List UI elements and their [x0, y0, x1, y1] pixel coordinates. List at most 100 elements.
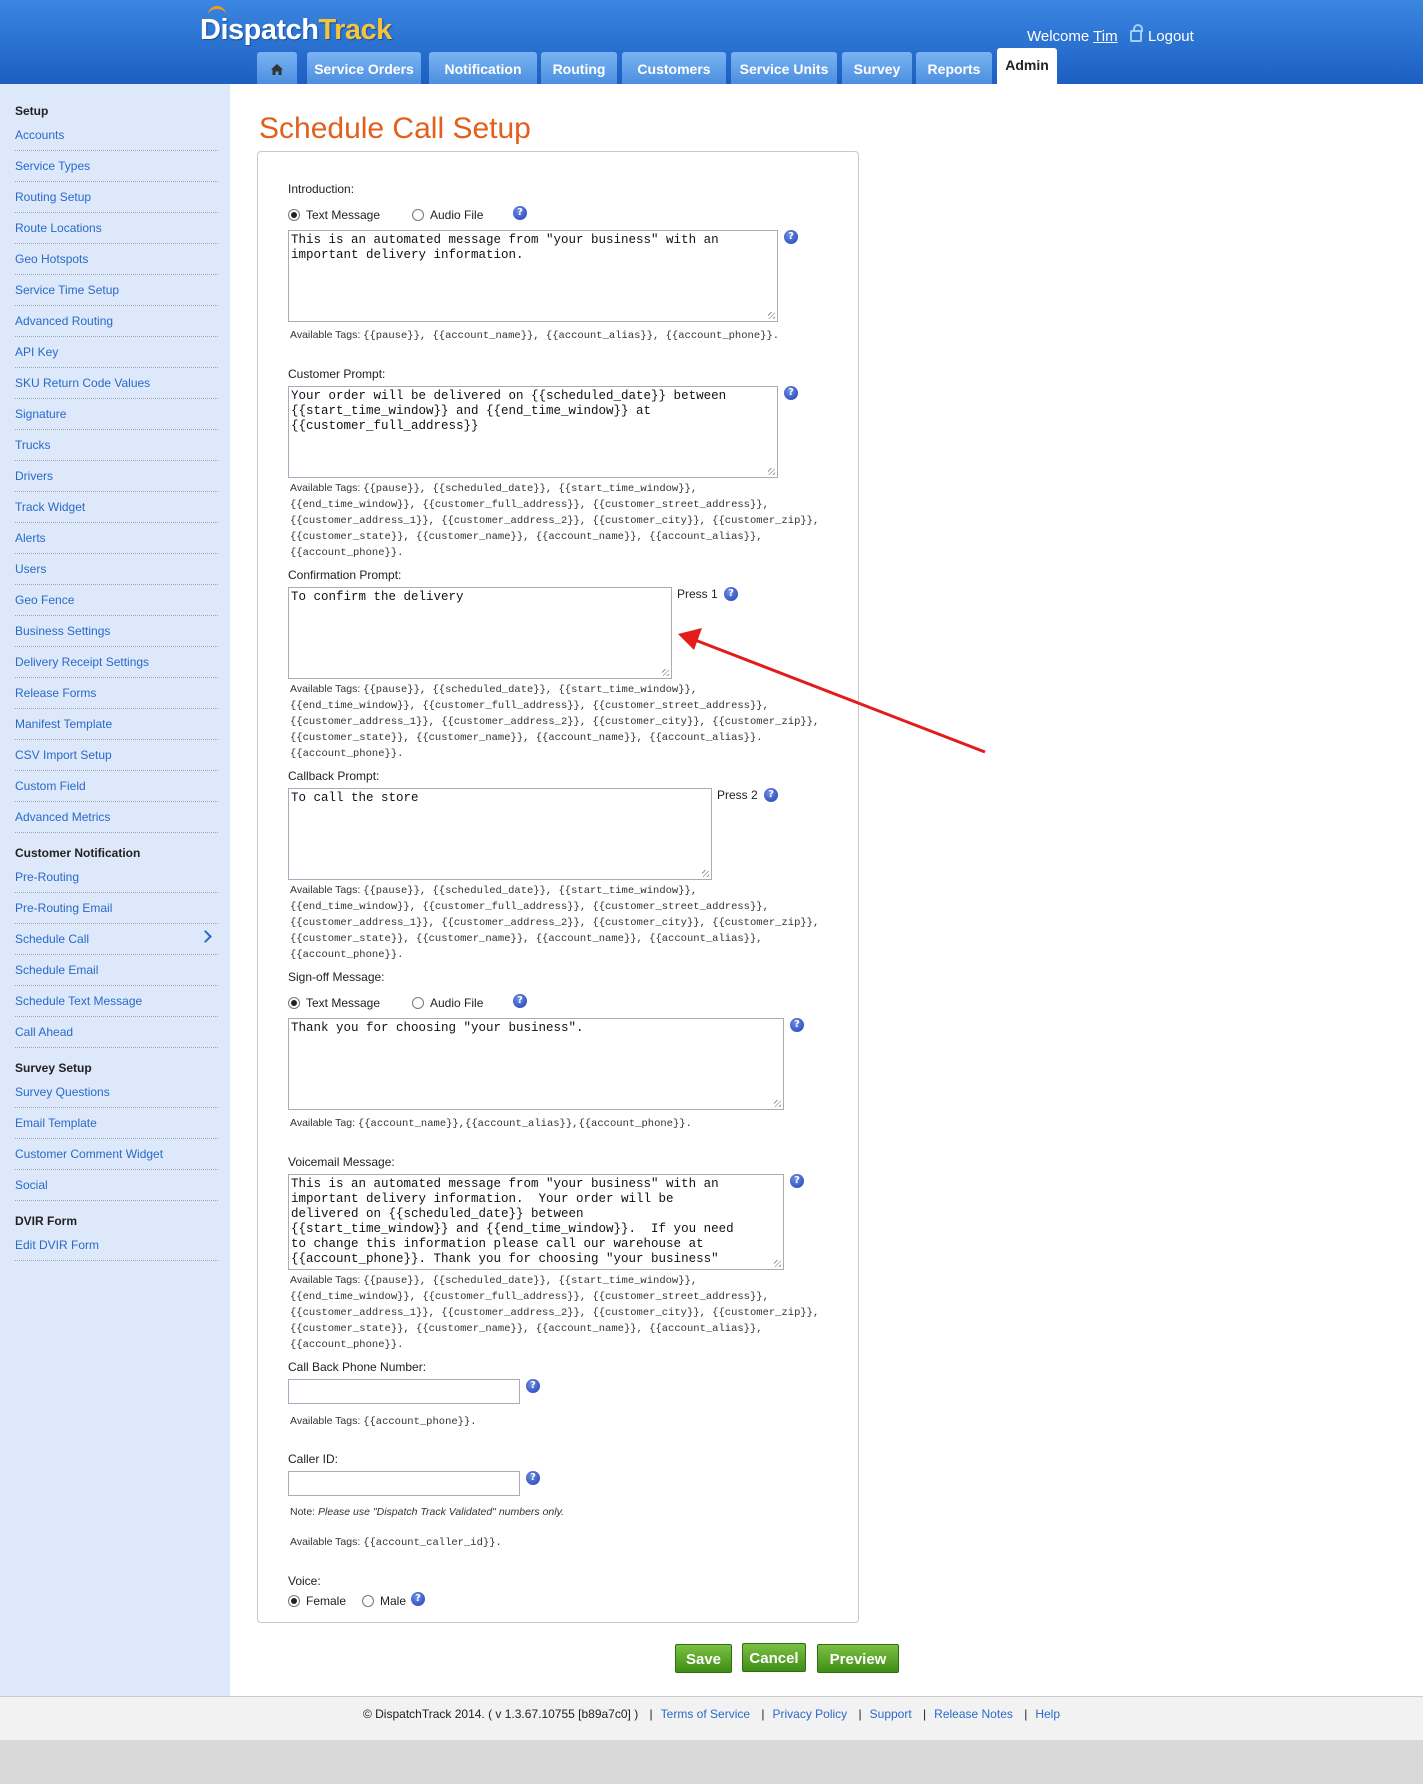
intro-audio-radio[interactable]: Audio File — [412, 208, 483, 222]
chevron-right-icon — [199, 930, 212, 943]
footer-link-privacy[interactable]: Privacy Policy — [773, 1707, 848, 1721]
voicemail-textarea[interactable]: This is an automated message from "your … — [288, 1174, 784, 1270]
sidebar-item-trucks[interactable]: Trucks — [0, 430, 230, 461]
sidebar-item-survey-questions[interactable]: Survey Questions — [0, 1077, 230, 1108]
voice-female-radio[interactable]: Female — [288, 1594, 346, 1608]
sidebar-item-release-forms[interactable]: Release Forms — [0, 678, 230, 709]
customer-prompt-textarea[interactable]: Your order will be delivered on {{schedu… — [288, 386, 778, 478]
sidebar-item-advanced-metrics[interactable]: Advanced Metrics — [0, 802, 230, 833]
sidebar-item-users[interactable]: Users — [0, 554, 230, 585]
sidebar-item-geo-hotspots[interactable]: Geo Hotspots — [0, 244, 230, 275]
sidebar-item-manifest-template[interactable]: Manifest Template — [0, 709, 230, 740]
signoff-textarea[interactable]: Thank you for choosing "your business". — [288, 1018, 784, 1110]
header-bar: DispatchTrack Welcome Tim Logout Service… — [0, 0, 1423, 84]
callback-phone-tags: Available Tags: {{account_phone}}. — [290, 1415, 477, 1428]
help-icon[interactable]: ? — [764, 788, 778, 802]
sidebar-item-edit-dvir-form[interactable]: Edit DVIR Form — [0, 1230, 230, 1261]
tab-survey[interactable]: Survey — [842, 52, 912, 84]
copyright-text: © DispatchTrack 2014. ( v 1.3.67.10755 [… — [362, 1707, 639, 1721]
sidebar-item-csv-import-setup[interactable]: CSV Import Setup — [0, 740, 230, 771]
tab-home[interactable] — [257, 52, 297, 84]
voice-male-radio[interactable]: Male — [362, 1594, 406, 1608]
sidebar-item-geo-fence[interactable]: Geo Fence — [0, 585, 230, 616]
sidebar-item-service-types[interactable]: Service Types — [0, 151, 230, 182]
voicemail-tags: Available Tags: {{pause}}, {{scheduled_d… — [290, 1274, 820, 1351]
sidebar-group-setup: Setup — [15, 104, 49, 118]
radio-unselected-icon — [412, 209, 424, 221]
sidebar-item-accounts[interactable]: Accounts — [0, 120, 230, 151]
sidebar-item-business-settings[interactable]: Business Settings — [0, 616, 230, 647]
help-icon[interactable]: ? — [784, 230, 798, 244]
sidebar-item-signature[interactable]: Signature — [0, 399, 230, 430]
sidebar-item-advanced-routing[interactable]: Advanced Routing — [0, 306, 230, 337]
footer: © DispatchTrack 2014. ( v 1.3.67.10755 [… — [0, 1696, 1423, 1740]
save-button[interactable]: Save — [675, 1644, 732, 1673]
footer-link-terms[interactable]: Terms of Service — [661, 1707, 750, 1721]
radio-unselected-icon — [362, 1595, 374, 1607]
intro-text-radio[interactable]: Text Message — [288, 208, 380, 222]
help-icon[interactable]: ? — [526, 1471, 540, 1485]
footer-link-support[interactable]: Support — [870, 1707, 912, 1721]
sidebar-item-schedule-email[interactable]: Schedule Email — [0, 955, 230, 986]
sidebar-item-api-key[interactable]: API Key — [0, 337, 230, 368]
tab-reports[interactable]: Reports — [916, 52, 992, 84]
page-title: Schedule Call Setup — [259, 112, 531, 145]
help-icon[interactable]: ? — [513, 994, 527, 1008]
tab-service-orders[interactable]: Service Orders — [307, 52, 421, 84]
help-icon[interactable]: ? — [724, 587, 738, 601]
help-icon[interactable]: ? — [790, 1018, 804, 1032]
preview-button[interactable]: Preview — [817, 1644, 899, 1673]
footer-link-help[interactable]: Help — [1035, 1707, 1060, 1721]
dispatchtrack-logo[interactable]: DispatchTrack — [200, 6, 392, 47]
callback-phone-label: Call Back Phone Number: — [288, 1360, 427, 1374]
sidebar-item-email-template[interactable]: Email Template — [0, 1108, 230, 1139]
sidebar-item-routing-setup[interactable]: Routing Setup — [0, 182, 230, 213]
press-2-label: Press 2 — [717, 788, 758, 802]
signoff-text-radio[interactable]: Text Message — [288, 996, 380, 1010]
sidebar-item-drivers[interactable]: Drivers — [0, 461, 230, 492]
sidebar-item-social[interactable]: Social — [0, 1170, 230, 1201]
help-icon[interactable]: ? — [526, 1379, 540, 1393]
sidebar-group-dvir: DVIR Form — [15, 1214, 78, 1228]
sidebar-survey-list: Survey Questions Email Template Customer C… — [0, 1077, 230, 1201]
logo-text-track: Track — [318, 14, 392, 46]
sidebar-notification-list: Pre-Routing Pre-Routing Email Schedule Cal… — [0, 862, 230, 1048]
main-content: Schedule Call Setup Introduction: Text M… — [230, 84, 1423, 1696]
introduction-textarea[interactable]: This is an automated message from "your … — [288, 230, 778, 322]
help-icon[interactable]: ? — [513, 206, 527, 220]
sidebar-item-schedule-call[interactable]: Schedule Call — [0, 924, 230, 955]
logout-link[interactable]: Logout — [1148, 28, 1194, 45]
confirmation-prompt-textarea[interactable]: To confirm the delivery — [288, 587, 672, 679]
sidebar-item-call-ahead[interactable]: Call Ahead — [0, 1017, 230, 1048]
sidebar-item-pre-routing[interactable]: Pre-Routing — [0, 862, 230, 893]
signal-icon — [208, 6, 226, 18]
sidebar-item-sku-return-code-values[interactable]: SKU Return Code Values — [0, 368, 230, 399]
footer-link-release-notes[interactable]: Release Notes — [934, 1707, 1013, 1721]
user-link[interactable]: Tim — [1093, 28, 1117, 45]
tab-routing[interactable]: Routing — [541, 52, 617, 84]
sidebar-item-service-time-setup[interactable]: Service Time Setup — [0, 275, 230, 306]
schedule-call-form: Introduction: Text Message Audio File ? … — [257, 151, 859, 1623]
help-icon[interactable]: ? — [790, 1174, 804, 1188]
sidebar-item-route-locations[interactable]: Route Locations — [0, 213, 230, 244]
help-icon[interactable]: ? — [784, 386, 798, 400]
tab-admin[interactable]: Admin — [997, 48, 1057, 84]
cancel-button[interactable]: Cancel — [742, 1643, 806, 1672]
sidebar-item-pre-routing-email[interactable]: Pre-Routing Email — [0, 893, 230, 924]
caller-id-label: Caller ID: — [288, 1452, 339, 1466]
tab-service-units[interactable]: Service Units — [731, 52, 837, 84]
signoff-audio-radio[interactable]: Audio File — [412, 996, 483, 1010]
sidebar-item-track-widget[interactable]: Track Widget — [0, 492, 230, 523]
voicemail-label: Voicemail Message: — [288, 1155, 395, 1169]
sidebar-item-alerts[interactable]: Alerts — [0, 523, 230, 554]
caller-id-input[interactable] — [288, 1471, 520, 1496]
sidebar-item-delivery-receipt-settings[interactable]: Delivery Receipt Settings — [0, 647, 230, 678]
tab-customers[interactable]: Customers — [622, 52, 726, 84]
help-icon[interactable]: ? — [411, 1592, 425, 1606]
tab-notification[interactable]: Notification — [429, 52, 537, 84]
sidebar-item-custom-field[interactable]: Custom Field — [0, 771, 230, 802]
sidebar-item-customer-comment-widget[interactable]: Customer Comment Widget — [0, 1139, 230, 1170]
sidebar-item-schedule-text-message[interactable]: Schedule Text Message — [0, 986, 230, 1017]
callback-prompt-textarea[interactable]: To call the store — [288, 788, 712, 880]
callback-phone-input[interactable] — [288, 1379, 520, 1404]
